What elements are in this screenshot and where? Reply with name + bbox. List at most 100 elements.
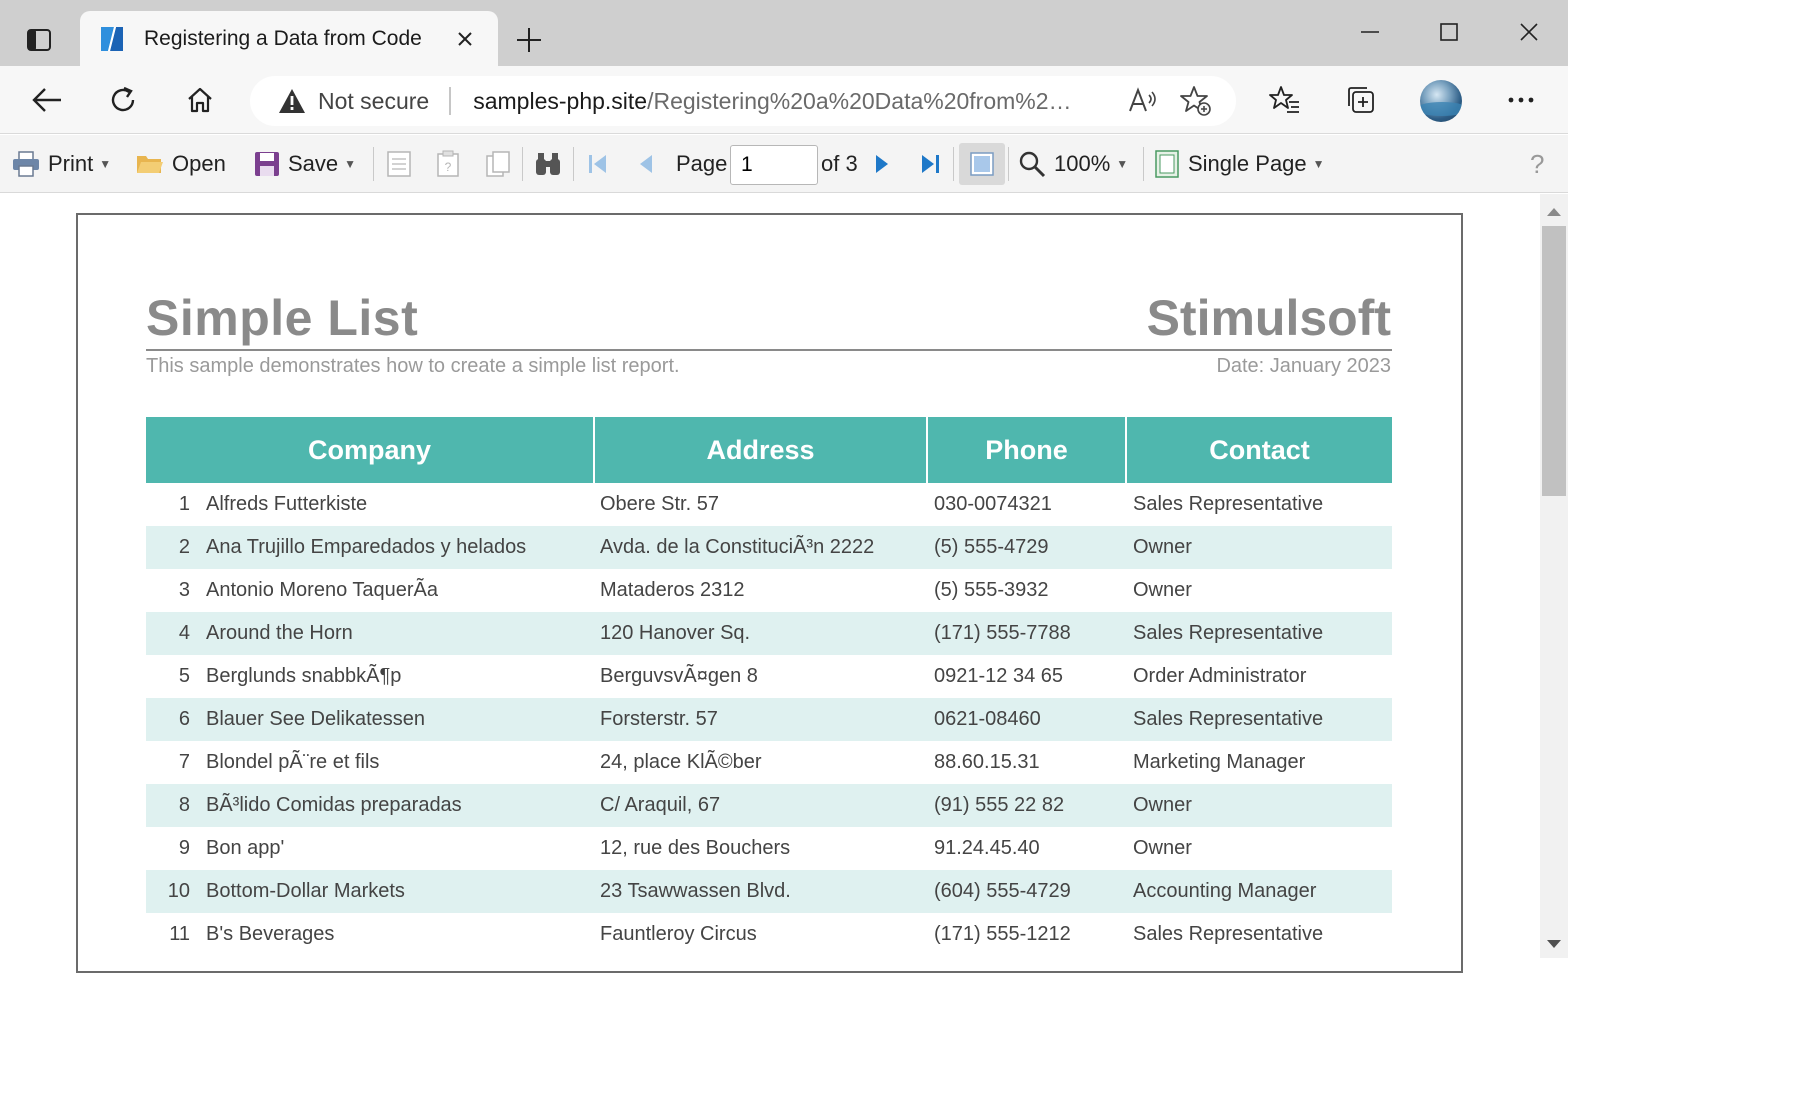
contact-cell: Sales Representative bbox=[1133, 622, 1324, 644]
previous-page-button[interactable] bbox=[636, 143, 656, 185]
address-cell: Fauntleroy Circus bbox=[600, 923, 757, 945]
phone-cell: 0921-12 34 65 bbox=[934, 665, 1064, 687]
save-button[interactable]: Save ▼ bbox=[254, 143, 356, 185]
toolbar-divider bbox=[373, 147, 374, 181]
warning-icon bbox=[279, 89, 305, 113]
bookmarks-button[interactable] bbox=[386, 143, 412, 185]
binoculars-icon bbox=[536, 153, 560, 175]
contact-cell: Owner bbox=[1133, 794, 1192, 816]
company-table: Company Address Phone Contact 1 Alfreds F… bbox=[146, 417, 1392, 956]
contact-cell: Sales Representative bbox=[1133, 923, 1324, 945]
phone-cell: 0621-08460 bbox=[934, 708, 1041, 730]
table-row: 10 Bottom-Dollar Markets 23 Tsawwassen Blv… bbox=[146, 870, 1392, 913]
row-number: 9 bbox=[178, 837, 190, 859]
phone-cell: (5) 555-3932 bbox=[934, 579, 1049, 601]
column-header-contact: Contact bbox=[1127, 417, 1392, 483]
save-disk-icon bbox=[255, 152, 279, 176]
help-icon: ? bbox=[1530, 148, 1545, 179]
parameters-button[interactable]: ? bbox=[436, 143, 460, 185]
maximize-icon[interactable] bbox=[1419, 10, 1479, 54]
row-number: 11 bbox=[169, 923, 190, 945]
address-cell: Obere Str. 57 bbox=[600, 493, 719, 515]
view-mode-button[interactable]: Single Page ▼ bbox=[1154, 143, 1325, 185]
close-window-icon[interactable] bbox=[1499, 10, 1559, 54]
url-host: samples-php.site bbox=[473, 87, 648, 114]
back-icon[interactable] bbox=[24, 78, 70, 122]
table-row: 1 Alfreds Futterkiste Obere Str. 57 030-007… bbox=[146, 483, 1392, 526]
toolbar-divider bbox=[953, 147, 954, 181]
add-favorite-icon[interactable] bbox=[1176, 81, 1216, 121]
contact-cell: Sales Representative bbox=[1133, 708, 1324, 730]
phone-cell: (171) 555-7788 bbox=[934, 622, 1071, 644]
chevron-down-icon: ▼ bbox=[344, 157, 357, 171]
scroll-thumb[interactable] bbox=[1542, 226, 1566, 496]
collections-icon[interactable] bbox=[1338, 78, 1384, 122]
close-tab-icon[interactable] bbox=[450, 24, 480, 54]
chevron-down-icon: ▼ bbox=[99, 157, 112, 171]
toolbar-divider bbox=[522, 147, 523, 181]
full-screen-button[interactable] bbox=[959, 143, 1005, 185]
company-cell: Bottom-Dollar Markets bbox=[206, 880, 405, 902]
more-options-icon[interactable] bbox=[1498, 78, 1544, 122]
page-label: Page bbox=[676, 143, 727, 185]
table-row: 3 Antonio Moreno TaquerÃa Mataderos 2312 (5… bbox=[146, 569, 1392, 612]
phone-cell: 030-0074321 bbox=[934, 493, 1052, 515]
favorites-icon[interactable] bbox=[1262, 78, 1308, 122]
zoom-button[interactable]: 100% ▼ bbox=[1018, 143, 1128, 185]
column-header-address: Address bbox=[595, 417, 928, 483]
report-title: Simple List bbox=[146, 290, 419, 346]
browser-tab-active[interactable]: Registering a Data from Code bbox=[80, 11, 498, 67]
minimize-icon[interactable] bbox=[1340, 10, 1400, 54]
company-cell: Blondel pÃ¨re et fils bbox=[206, 751, 380, 773]
home-icon[interactable] bbox=[177, 78, 223, 122]
phone-cell: (91) 555 22 82 bbox=[934, 794, 1065, 816]
find-button[interactable] bbox=[534, 143, 562, 185]
next-page-button[interactable] bbox=[872, 143, 892, 185]
first-page-icon bbox=[589, 155, 606, 173]
last-page-button[interactable] bbox=[918, 143, 942, 185]
resources-button[interactable] bbox=[485, 143, 511, 185]
tab-actions-icon[interactable] bbox=[16, 20, 62, 60]
company-cell: B's Beverages bbox=[206, 923, 335, 945]
single-page-icon bbox=[1155, 150, 1179, 178]
phone-cell: (604) 555-4729 bbox=[934, 880, 1071, 902]
vertical-scrollbar[interactable] bbox=[1540, 194, 1568, 958]
table-row: 6 Blauer See Delikatessen Forsterstr. 57 06… bbox=[146, 698, 1392, 741]
toolbar-divider bbox=[1008, 147, 1009, 181]
tab-strip: Registering a Data from Code bbox=[0, 0, 1568, 67]
contact-cell: Accounting Manager bbox=[1133, 880, 1317, 902]
scroll-down-arrow-icon[interactable] bbox=[1547, 940, 1561, 948]
new-tab-icon[interactable] bbox=[509, 20, 549, 60]
security-label: Not secure bbox=[318, 88, 430, 114]
page-total: of 3 bbox=[821, 143, 858, 185]
stimulsoft-favicon-icon bbox=[101, 27, 123, 51]
company-cell: Around the Horn bbox=[206, 622, 353, 644]
next-page-icon bbox=[876, 155, 888, 173]
page-number-input[interactable] bbox=[730, 145, 818, 185]
refresh-icon[interactable] bbox=[100, 78, 146, 122]
security-indicator[interactable]: Not secure bbox=[278, 87, 452, 115]
open-button[interactable]: Open bbox=[136, 143, 226, 185]
page-total-text: of 3 bbox=[821, 151, 858, 176]
print-button[interactable]: Print ▼ bbox=[12, 143, 111, 185]
address-cell: C/ Araquil, 67 bbox=[600, 794, 721, 816]
address-bar[interactable]: Not secure samples-php.site/Registering%… bbox=[250, 76, 1236, 126]
row-number: 10 bbox=[167, 880, 190, 902]
view-mode-label: Single Page bbox=[1188, 151, 1307, 176]
bookmarks-icon bbox=[387, 151, 411, 177]
phone-cell: 91.24.45.40 bbox=[934, 837, 1040, 859]
scroll-up-arrow-icon[interactable] bbox=[1547, 208, 1561, 216]
contact-cell: Order Administrator bbox=[1133, 665, 1307, 687]
save-label: Save bbox=[288, 151, 339, 176]
read-aloud-icon[interactable] bbox=[1122, 81, 1162, 121]
report-date: Date: January 2023 bbox=[1216, 355, 1391, 377]
first-page-button[interactable] bbox=[586, 143, 610, 185]
profile-avatar[interactable] bbox=[1420, 80, 1462, 122]
row-number: 4 bbox=[178, 622, 190, 644]
contact-cell: Owner bbox=[1133, 579, 1192, 601]
url-text[interactable]: samples-php.site/Registering%20a%20Data%… bbox=[473, 88, 1108, 115]
phone-cell: (5) 555-4729 bbox=[934, 536, 1049, 558]
address-cell: Forsterstr. 57 bbox=[600, 708, 718, 730]
help-button[interactable]: ? bbox=[1530, 143, 1544, 185]
toolbar-divider bbox=[1143, 147, 1144, 181]
